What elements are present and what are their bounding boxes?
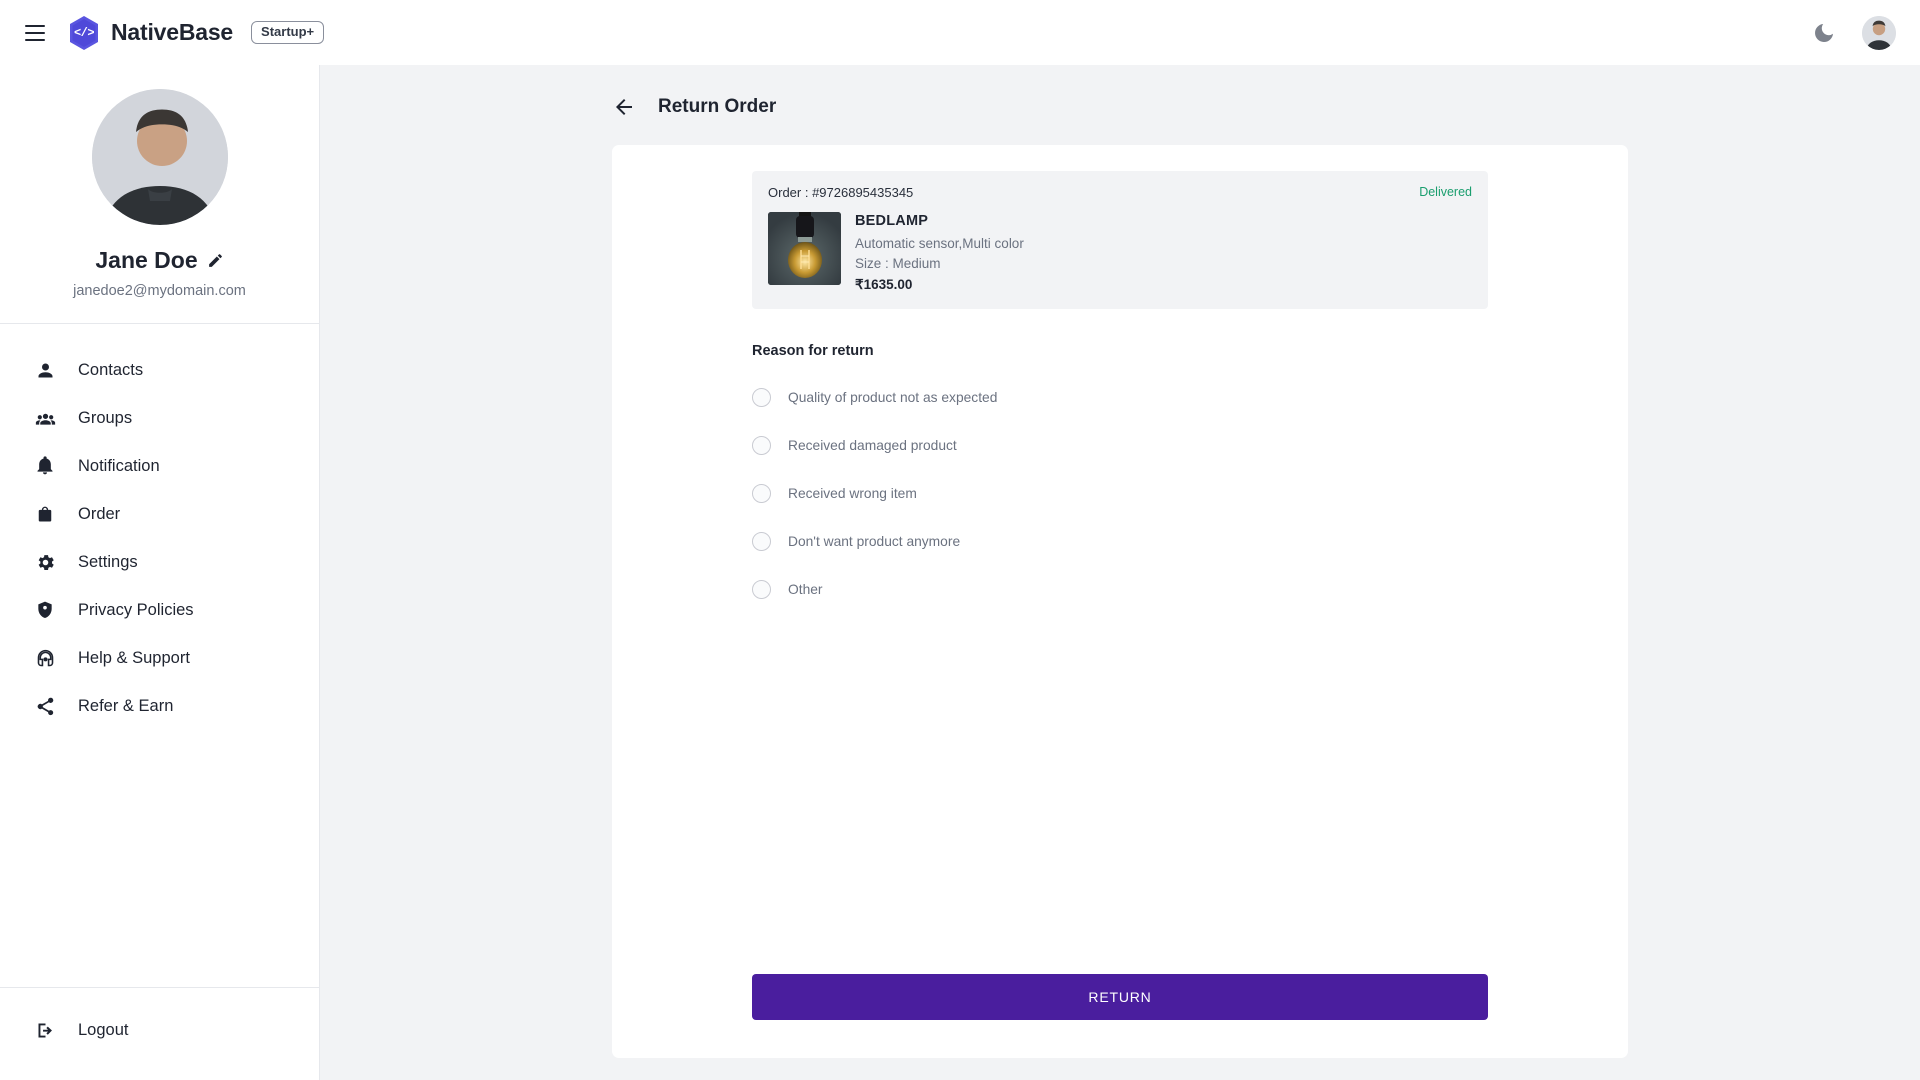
code-glyph: </> xyxy=(73,25,95,40)
arrow-left-icon[interactable] xyxy=(612,95,636,119)
reason-option-label: Received damaged product xyxy=(788,437,957,453)
shopping-bag-icon xyxy=(34,503,56,525)
radio-button-icon[interactable] xyxy=(752,435,771,455)
profile-name-row: Jane Doe xyxy=(95,247,223,274)
brand-logo-group[interactable]: </> NativeBase Startup+ xyxy=(68,15,325,51)
people-group-icon xyxy=(34,407,56,429)
topbar-actions xyxy=(1812,15,1896,50)
reason-option-label: Don't want product anymore xyxy=(788,533,961,549)
sidebar-item-label: Logout xyxy=(78,1020,129,1039)
card-inner: Order : #9726895435345 Delivered BEDLAMP… xyxy=(752,171,1488,1058)
sidebar-item-label: Help & Support xyxy=(78,648,190,667)
product-row: BEDLAMP Automatic sensor,Multi color Siz… xyxy=(768,212,1472,293)
bell-icon xyxy=(34,455,56,477)
reason-option-damaged[interactable]: Received damaged product xyxy=(752,421,1488,469)
return-button[interactable]: RETURN xyxy=(752,974,1488,1020)
page-header: Return Order xyxy=(320,65,1920,145)
nativebase-hexagon-logo-icon: </> xyxy=(68,15,100,51)
sidebar-item-label: Notification xyxy=(78,456,160,475)
sidebar-item-label: Groups xyxy=(78,408,133,427)
profile-email: janedoe2@mydomain.com xyxy=(73,283,246,299)
order-summary: Order : #9726895435345 Delivered BEDLAMP… xyxy=(752,171,1488,309)
sidebar-item-label: Order xyxy=(78,504,121,523)
product-info: BEDLAMP Automatic sensor,Multi color Siz… xyxy=(855,212,1024,293)
reason-option-label: Received wrong item xyxy=(788,485,917,501)
product-name: BEDLAMP xyxy=(855,213,929,229)
reason-section-title: Reason for return xyxy=(752,343,874,359)
product-size: Size : Medium xyxy=(855,256,941,271)
person-icon xyxy=(34,359,56,381)
brand-name: NativeBase xyxy=(111,19,234,45)
logout-icon xyxy=(34,1019,56,1041)
top-bar: </> NativeBase Startup+ xyxy=(0,0,1920,65)
gear-icon xyxy=(34,551,56,573)
sidebar-profile: Jane Doe janedoe2@mydomain.com xyxy=(0,65,319,324)
product-description: Automatic sensor,Multi color xyxy=(855,236,1024,251)
sidebar-item-notification[interactable]: Notification xyxy=(0,442,319,490)
hamburger-line xyxy=(25,38,45,41)
radio-button-icon[interactable] xyxy=(752,387,771,407)
hamburger-line xyxy=(25,24,45,27)
product-price: ₹1635.00 xyxy=(855,277,913,292)
radio-button-icon[interactable] xyxy=(752,579,771,599)
sidebar-item-privacy-policies[interactable]: Privacy Policies xyxy=(0,586,319,634)
sidebar-logout-section: Logout xyxy=(0,987,319,1080)
pencil-edit-icon[interactable] xyxy=(207,252,224,269)
reason-option-label: Other xyxy=(788,581,823,597)
sidebar-item-order[interactable]: Order xyxy=(0,490,319,538)
order-summary-header: Order : #9726895435345 Delivered xyxy=(768,185,1472,200)
sidebar-item-label: Privacy Policies xyxy=(78,600,194,619)
bedlamp-product-photo xyxy=(768,212,841,285)
sidebar-item-label: Settings xyxy=(78,552,138,571)
sidebar-item-settings[interactable]: Settings xyxy=(0,538,319,586)
sidebar: Jane Doe janedoe2@mydomain.com Contacts xyxy=(0,65,320,1080)
hamburger-menu-icon[interactable] xyxy=(18,16,52,50)
radio-button-icon[interactable] xyxy=(752,483,771,503)
return-order-card: Order : #9726895435345 Delivered BEDLAMP… xyxy=(612,145,1628,1058)
sidebar-item-help-support[interactable]: Help & Support xyxy=(0,634,319,682)
page-title: Return Order xyxy=(658,96,777,117)
reason-options-group: Quality of product not as expected Recei… xyxy=(752,373,1488,613)
order-id: Order : #9726895435345 xyxy=(768,185,914,200)
hamburger-line xyxy=(25,31,45,34)
reason-option-label: Quality of product not as expected xyxy=(788,389,998,405)
reason-option-other[interactable]: Other xyxy=(752,565,1488,613)
share-icon xyxy=(34,695,56,717)
user-avatar[interactable] xyxy=(1862,15,1896,50)
plan-badge[interactable]: Startup+ xyxy=(251,20,325,45)
sidebar-item-label: Refer & Earn xyxy=(78,696,174,715)
shield-icon xyxy=(34,599,56,621)
sidebar-item-groups[interactable]: Groups xyxy=(0,394,319,442)
headset-icon xyxy=(34,647,56,669)
main-content: Return Order Order : #9726895435345 Deli… xyxy=(320,65,1920,1080)
profile-photo[interactable] xyxy=(91,89,228,225)
sidebar-item-contacts[interactable]: Contacts xyxy=(0,346,319,394)
reason-option-not-wanted[interactable]: Don't want product anymore xyxy=(752,517,1488,565)
radio-button-icon[interactable] xyxy=(752,531,771,551)
sidebar-item-logout[interactable]: Logout xyxy=(0,1006,319,1054)
submit-area: RETURN xyxy=(752,974,1488,1058)
reason-option-quality[interactable]: Quality of product not as expected xyxy=(752,373,1488,421)
sidebar-item-label: Contacts xyxy=(78,360,144,379)
reason-option-wrong-item[interactable]: Received wrong item xyxy=(752,469,1488,517)
app-root: </> NativeBase Startup+ Jane Doe janedoe… xyxy=(0,0,1920,1080)
status-badge: Delivered xyxy=(1419,185,1472,199)
profile-name: Jane Doe xyxy=(95,247,198,273)
moon-icon[interactable] xyxy=(1812,21,1836,45)
sidebar-item-refer-earn[interactable]: Refer & Earn xyxy=(0,682,319,730)
sidebar-nav: Contacts Groups Notification Order Setti… xyxy=(0,324,319,730)
body-container: Jane Doe janedoe2@mydomain.com Contacts xyxy=(0,65,1920,1080)
